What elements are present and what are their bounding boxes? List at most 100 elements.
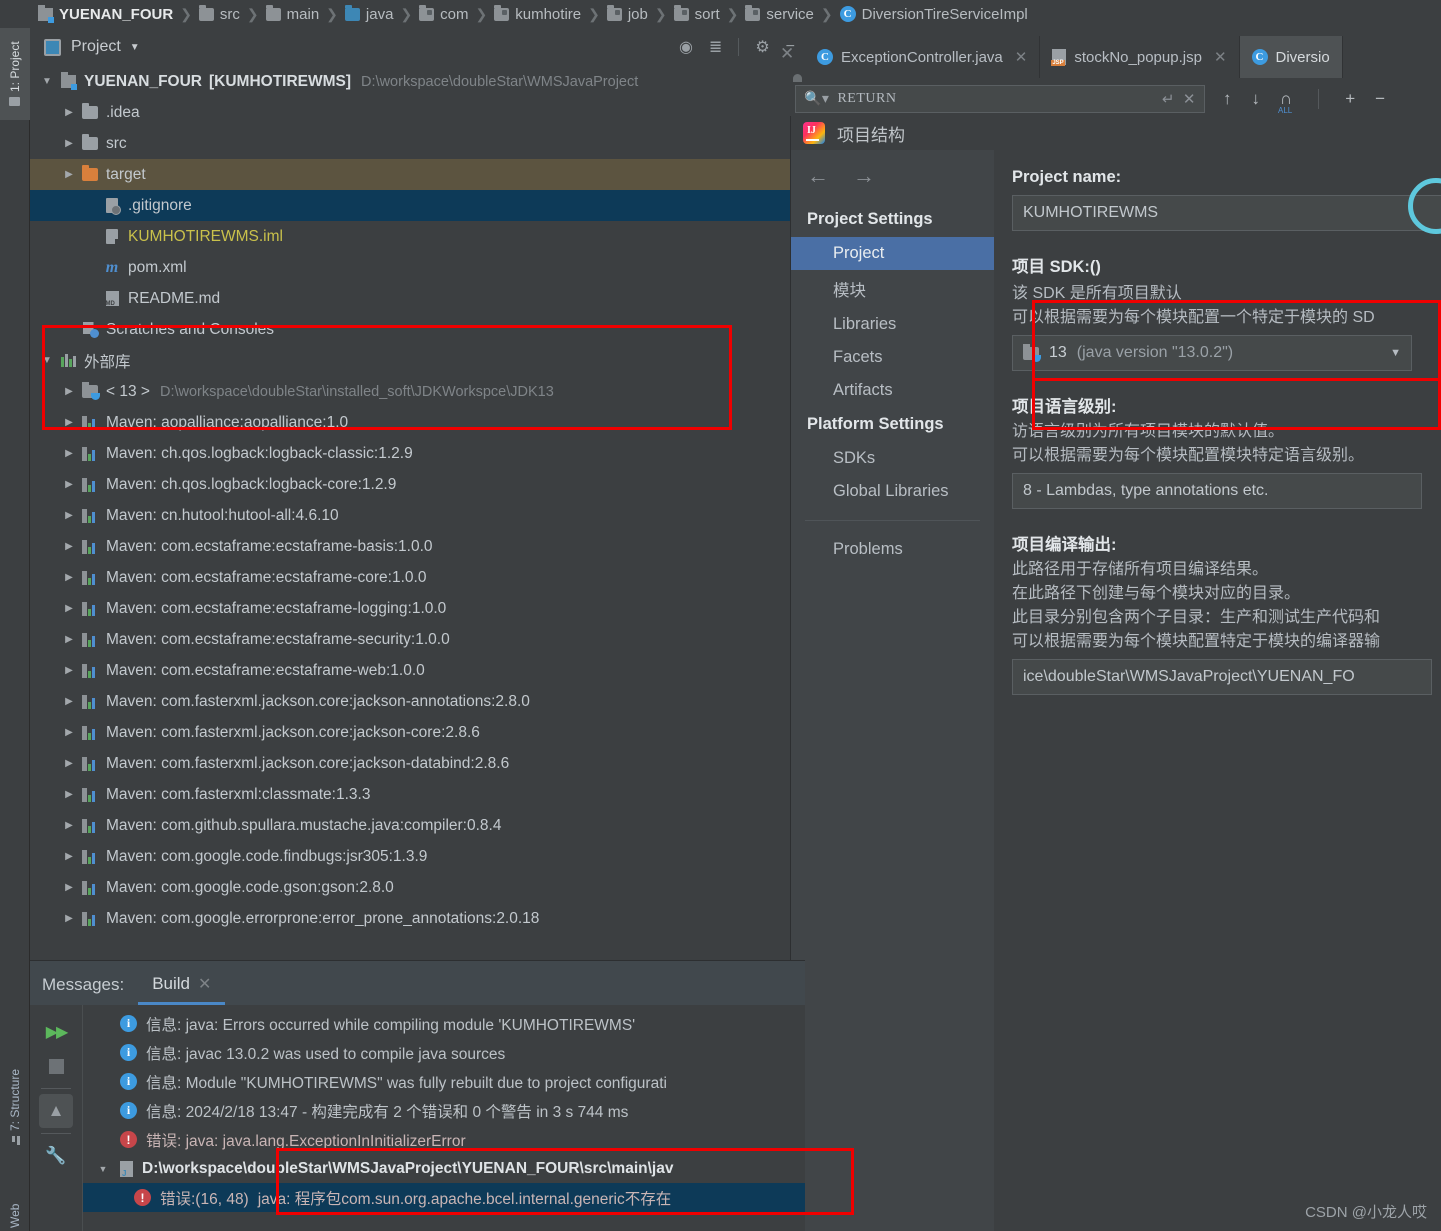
sidebar-tab-web[interactable]: Web [0,1188,30,1231]
chevron-right-icon[interactable] [58,727,80,738]
tree-row[interactable]: KUMHOTIREWMS.iml [30,221,805,252]
close-icon[interactable]: ✕ [780,44,794,64]
return-icon[interactable]: ↵ [1162,90,1175,109]
stop-icon[interactable] [39,1049,73,1083]
close-icon[interactable]: ✕ [1015,48,1028,66]
nav-item-modules[interactable]: 模块 [791,270,994,308]
tree-row[interactable]: Maven: com.ecstaframe:ecstaframe-core:1.… [30,562,805,593]
nav-item-project[interactable]: Project [791,237,994,270]
chevron-right-icon[interactable] [58,417,80,428]
tree-row[interactable]: Maven: com.google.code.findbugs:jsr305:1… [30,841,805,872]
chevron-right-icon[interactable] [58,665,80,676]
chevron-right-icon[interactable] [58,138,80,149]
chevron-down-icon[interactable]: ▼ [95,1164,111,1174]
tree-row[interactable]: Maven: aopalliance:aopalliance:1.0 [30,407,805,438]
warning-filter-icon[interactable]: ▲ [39,1094,73,1128]
message-row-info[interactable]: i 信息: java: Errors occurred while compili… [83,1009,805,1038]
chevron-right-icon[interactable] [58,634,80,645]
chevron-right-icon[interactable] [58,758,80,769]
tree-row[interactable]: Maven: com.ecstaframe:ecstaframe-basis:1… [30,531,805,562]
chevron-right-icon[interactable] [58,696,80,707]
project-tree[interactable]: YUENAN_FOUR [KUMHOTIREWMS] D:\workspace\do… [30,66,805,960]
close-icon[interactable]: ✕ [1214,48,1227,66]
message-row-info[interactable]: i 信息: 2024/2/18 13:47 - 构建完成有 2 个错误和 0 个警… [83,1096,805,1125]
chevron-down-icon[interactable]: ▼ [130,42,140,53]
tree-row[interactable]: Scratches and Consoles [30,314,805,345]
message-row-error[interactable]: ! 错误: java: java.lang.ExceptionInInitiali… [83,1125,805,1154]
nav-item-artifacts[interactable]: Artifacts [791,374,994,407]
chevron-right-icon[interactable] [58,386,80,397]
breadcrumb-item-service[interactable]: service [745,4,814,23]
tab-stockno-popup[interactable]: stockNo_popup.jsp ✕ [1040,36,1240,78]
breadcrumb-item-kumhotire[interactable]: kumhotire [494,4,581,23]
chevron-down-icon[interactable] [36,355,58,366]
message-row-file[interactable]: ▼ D:\workspace\doubleStar\WMSJavaProject\… [83,1154,805,1183]
tree-row[interactable]: Maven: com.fasterxml.jackson.core:jackso… [30,686,805,717]
chevron-right-icon[interactable] [58,913,80,924]
nav-item-problems[interactable]: Problems [791,533,994,566]
nav-item-global-libraries[interactable]: Global Libraries [791,475,994,508]
chevron-right-icon[interactable] [58,820,80,831]
tree-row[interactable]: Maven: ch.qos.logback:logback-core:1.2.9 [30,469,805,500]
close-icon[interactable]: ✕ [198,974,211,994]
tree-row[interactable]: src [30,128,805,159]
tree-row[interactable]: README.md [30,283,805,314]
breadcrumb-item-com[interactable]: com [419,4,469,23]
breadcrumb-item-job[interactable]: job [606,4,648,23]
sidebar-tab-structure[interactable]: 7: Structure [0,1058,30,1156]
arrow-down-icon[interactable]: ↓ [1252,89,1261,109]
chevron-right-icon[interactable] [58,448,80,459]
chevron-right-icon[interactable] [58,851,80,862]
tree-row[interactable]: Maven: com.ecstaframe:ecstaframe-logging… [30,593,805,624]
tree-row[interactable]: Maven: com.ecstaframe:ecstaframe-web:1.0… [30,655,805,686]
back-arrow-icon[interactable]: ← [807,163,829,189]
expand-all-icon[interactable]: + [1345,89,1355,109]
chevron-right-icon[interactable] [58,510,80,521]
gear-icon[interactable]: ⚙ [755,37,769,57]
message-row-info[interactable]: i 信息: Module "KUMHOTIREWMS" was fully reb… [83,1067,805,1096]
tree-row[interactable]: .gitignore [30,190,805,221]
select-all-occurrences-icon[interactable]: ∩ ALL [1278,89,1292,115]
collapse-all-icon[interactable]: − [1375,89,1385,109]
tab-exception-controller[interactable]: C ExceptionController.java ✕ [805,36,1041,78]
tree-row[interactable]: Maven: com.google.errorprone:error_prone… [30,903,805,934]
project-sdk-combobox[interactable]: 13 (java version "13.0.2") ▼ [1012,335,1412,371]
message-row-info[interactable]: i 信息: javac 13.0.2 was used to compile ja… [83,1038,805,1067]
compiler-output-input[interactable]: ice\doubleStar\WMSJavaProject\YUENAN_FO [1012,659,1432,695]
collapse-all-icon[interactable]: ≣ [709,37,722,57]
tree-row[interactable]: < 13 > D:\workspace\doubleStar\installed_… [30,376,805,407]
tab-build[interactable]: Build ✕ [138,974,226,1005]
tree-row[interactable]: Maven: com.google.code.gson:gson:2.8.0 [30,872,805,903]
breadcrumb-item-main[interactable]: main [265,4,319,23]
project-name-input[interactable]: KUMHOTIREWMS [1012,195,1441,231]
sidebar-tab-project[interactable]: 1: Project [0,28,30,120]
breadcrumb-item-module[interactable]: YUENAN_FOUR [38,4,173,23]
settings-wrench-icon[interactable]: 🔧 [39,1139,73,1173]
tree-row[interactable]: target [30,159,805,190]
search-input[interactable]: 🔍▾ RETURN ↵ ✕ [795,85,1205,113]
tree-row[interactable]: Maven: com.fasterxml.jackson.core:jackso… [30,717,805,748]
nav-item-facets[interactable]: Facets [791,341,994,374]
tree-row[interactable]: 外部库 [30,345,805,376]
chevron-right-icon[interactable] [58,169,80,180]
tree-row[interactable]: YUENAN_FOUR [KUMHOTIREWMS] D:\workspace\do… [30,66,805,97]
nav-item-libraries[interactable]: Libraries [791,308,994,341]
rerun-icon[interactable]: ▶▶ [39,1015,73,1049]
nav-item-sdks[interactable]: SDKs [791,442,994,475]
tree-row[interactable]: Maven: com.github.spullara.mustache.java… [30,810,805,841]
tree-row[interactable]: Maven: cn.hutool:hutool-all:4.6.10 [30,500,805,531]
chevron-down-icon[interactable]: ▼ [1390,347,1401,359]
tree-row[interactable]: .idea [30,97,805,128]
tree-row[interactable]: Maven: com.ecstaframe:ecstaframe-securit… [30,624,805,655]
tree-row[interactable]: m pom.xml [30,252,805,283]
locate-target-icon[interactable]: ◉ [679,37,693,57]
breadcrumb-item-class[interactable]: C DiversionTireServiceImpl [839,6,1028,23]
chevron-right-icon[interactable] [58,541,80,552]
chevron-right-icon[interactable] [58,572,80,583]
close-icon[interactable]: ✕ [1183,90,1196,109]
chevron-right-icon[interactable] [58,107,80,118]
message-row-error-selected[interactable]: ! 错误:(16, 48) java: 程序包com.sun.org.apache.… [83,1183,805,1212]
tab-diversion-tire-service-impl[interactable]: C Diversio [1239,36,1343,78]
tree-row[interactable]: Maven: ch.qos.logback:logback-classic:1.… [30,438,805,469]
tree-row[interactable]: Maven: com.fasterxml.jackson.core:jackso… [30,748,805,779]
